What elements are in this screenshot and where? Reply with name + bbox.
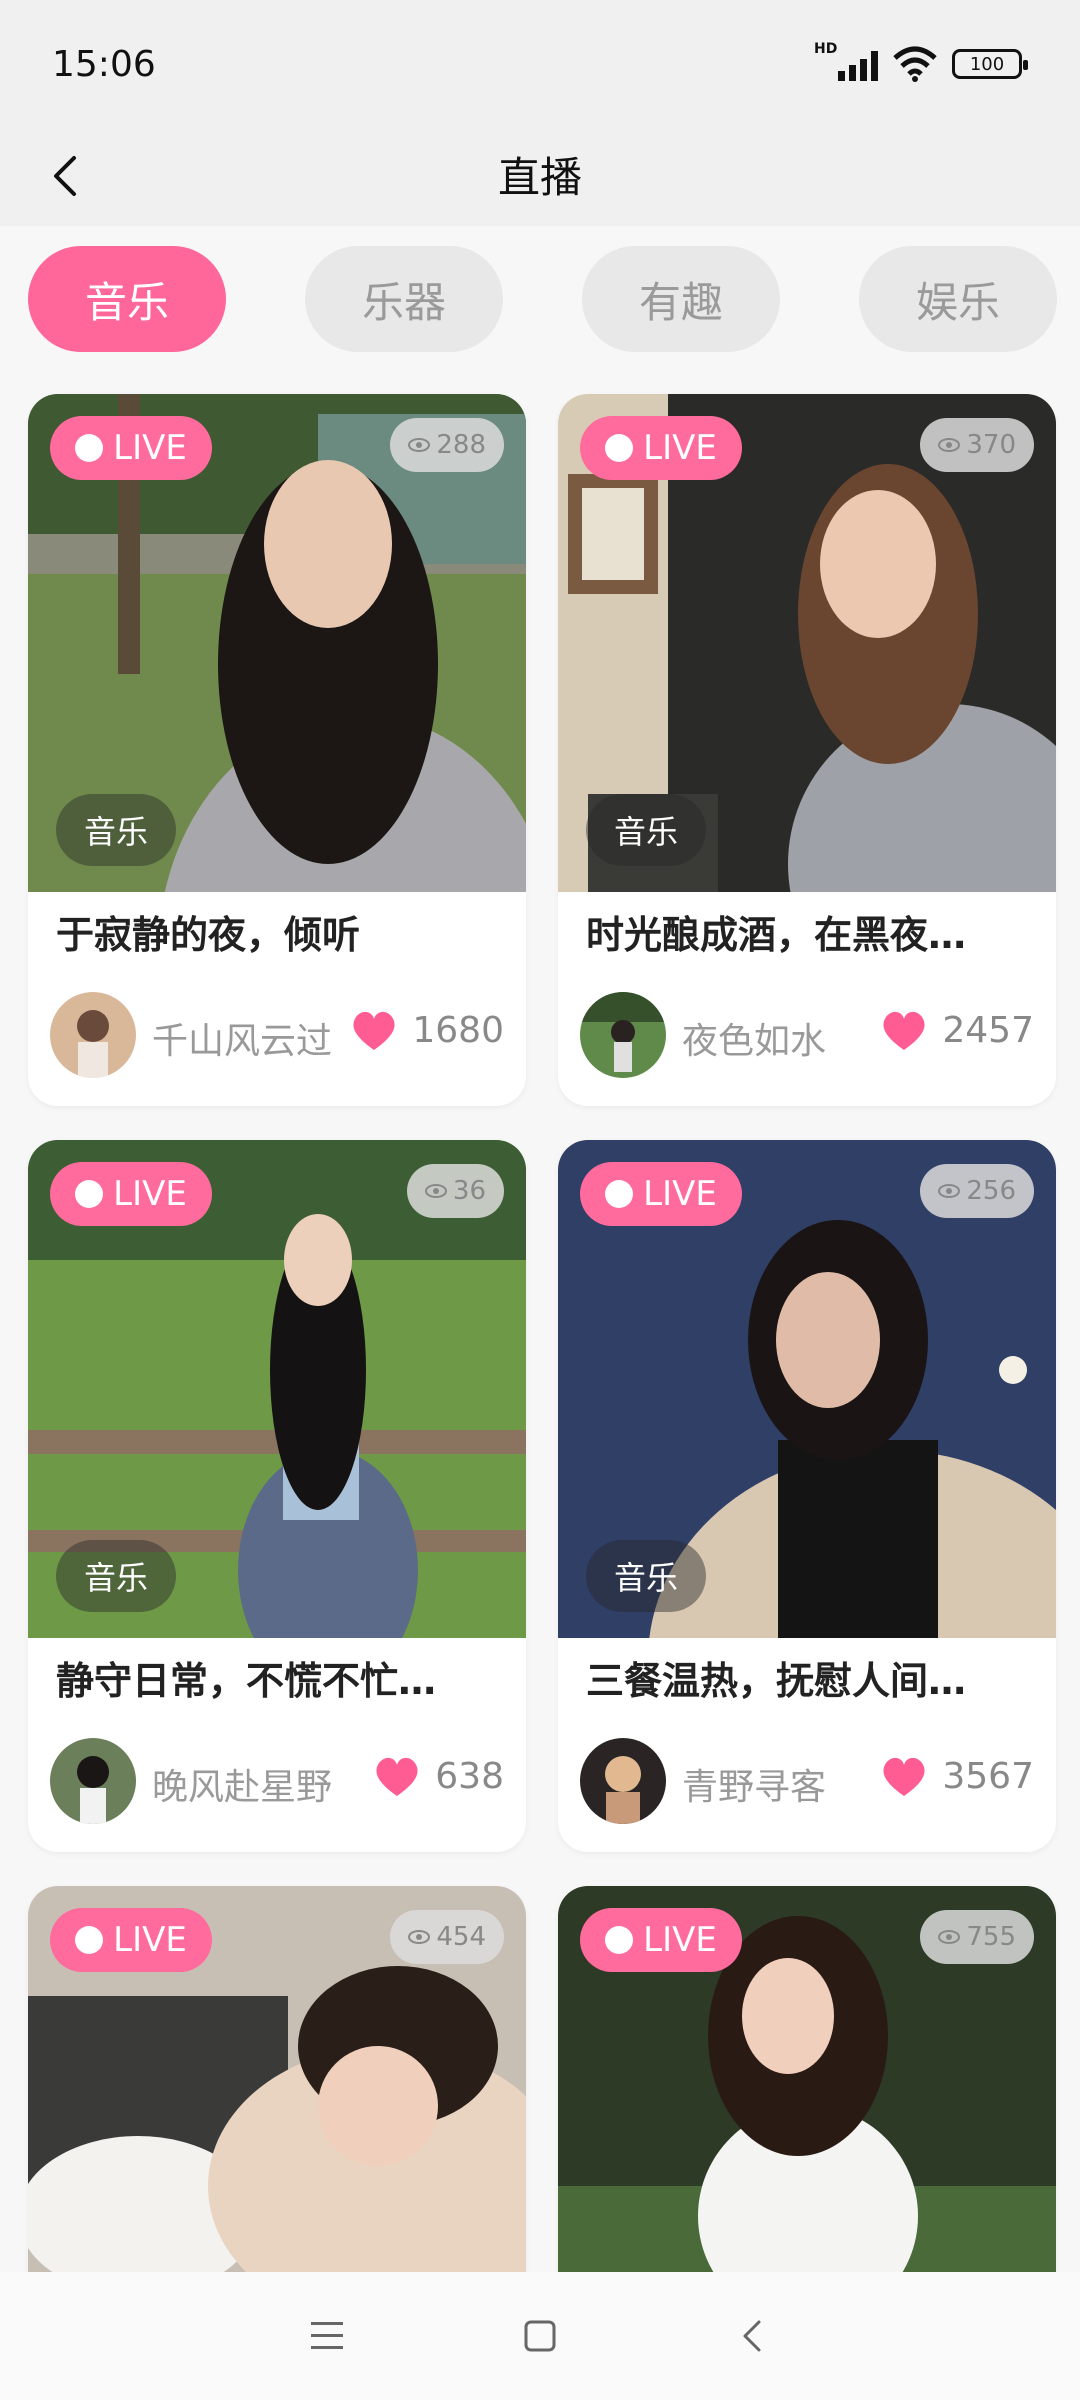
like-count[interactable]: 638 xyxy=(373,1754,504,1798)
viewer-count: 370 xyxy=(920,418,1034,472)
viewer-count-value: 256 xyxy=(966,1176,1016,1206)
eye-icon xyxy=(938,438,961,452)
category-tag: 音乐 xyxy=(586,1540,707,1612)
category-tag: 音乐 xyxy=(586,794,707,866)
avatar[interactable] xyxy=(50,992,136,1078)
live-dot xyxy=(605,1926,634,1954)
title-bar: 直播 xyxy=(0,130,1080,226)
author-name: 千山风云过 xyxy=(152,1021,333,1062)
viewer-count: 454 xyxy=(390,1910,504,1964)
signal-label: HD xyxy=(814,41,838,57)
viewer-count-value: 288 xyxy=(436,430,486,460)
live-label: LIVE xyxy=(643,1174,717,1214)
viewer-count-value: 755 xyxy=(966,1922,1016,1952)
live-card[interactable]: LIVE 755 xyxy=(558,1886,1056,2272)
tab-instruments[interactable]: 乐器 xyxy=(305,246,503,352)
like-count-value: 3567 xyxy=(942,1755,1034,1797)
card-title: 于寂静的夜，倾听 xyxy=(56,913,361,957)
heart-icon xyxy=(376,1757,418,1796)
live-card[interactable]: LIVE 454 xyxy=(28,1886,526,2272)
avatar[interactable] xyxy=(580,1738,666,1824)
live-card[interactable]: LIVE 36 音乐 静守日常，不慌不忙… 晚风赴星野 638 xyxy=(28,1140,526,1852)
category-tag: 音乐 xyxy=(56,794,177,866)
viewer-count-value: 36 xyxy=(452,1176,486,1206)
author-name: 夜色如水 xyxy=(682,1021,827,1062)
live-label: LIVE xyxy=(113,1174,187,1214)
live-label: LIVE xyxy=(643,1920,717,1960)
battery-icon: 100 xyxy=(952,49,1028,79)
viewer-count-value: 370 xyxy=(966,430,1016,460)
live-card[interactable]: LIVE 256 音乐 三餐温热，抚慰人间… 青野寻客 3567 xyxy=(558,1140,1056,1852)
avatar[interactable] xyxy=(50,1738,136,1824)
card-title: 静守日常，不慌不忙… xyxy=(56,1659,437,1703)
card-title: 三餐温热，抚慰人间… xyxy=(586,1659,967,1703)
status-bar: 15:06 HD 100 xyxy=(0,0,1080,130)
live-label: LIVE xyxy=(643,428,717,468)
status-icons: HD 100 xyxy=(814,41,1028,84)
category-tag: 音乐 xyxy=(56,1540,177,1612)
live-dot xyxy=(605,434,634,462)
like-count[interactable]: 1680 xyxy=(350,1008,504,1052)
tab-entertainment[interactable]: 娱乐 xyxy=(859,246,1057,352)
live-badge: LIVE xyxy=(580,416,742,480)
eye-icon xyxy=(424,1184,447,1198)
menu-icon[interactable] xyxy=(297,2306,357,2366)
author-name: 青野寻客 xyxy=(682,1767,827,1808)
category-tabs: 音乐 乐器 有趣 娱乐 xyxy=(28,246,1080,352)
like-count[interactable]: 3567 xyxy=(880,1754,1034,1798)
live-badge: LIVE xyxy=(50,416,212,480)
nav-back-icon[interactable] xyxy=(723,2306,783,2366)
live-label: LIVE xyxy=(113,428,187,468)
heart-icon xyxy=(883,1011,925,1050)
live-dot xyxy=(75,1926,104,1954)
tab-music[interactable]: 音乐 xyxy=(28,246,226,352)
eye-icon xyxy=(938,1930,961,1944)
heart-icon xyxy=(353,1011,395,1050)
status-time: 15:06 xyxy=(52,44,156,85)
live-badge: LIVE xyxy=(50,1162,212,1226)
like-count-value: 638 xyxy=(435,1755,504,1797)
wifi-icon xyxy=(893,46,937,82)
viewer-count: 36 xyxy=(406,1164,504,1218)
eye-icon xyxy=(408,438,431,452)
heart-icon xyxy=(883,1757,925,1796)
system-nav-bar xyxy=(0,2272,1080,2400)
viewer-count-value: 454 xyxy=(436,1922,486,1952)
page-title: 直播 xyxy=(497,153,582,202)
tab-fun[interactable]: 有趣 xyxy=(582,246,780,352)
live-badge: LIVE xyxy=(580,1908,742,1972)
like-count-value: 1680 xyxy=(412,1009,504,1051)
live-label: LIVE xyxy=(113,1920,187,1960)
home-icon[interactable] xyxy=(510,2306,570,2366)
viewer-count: 256 xyxy=(920,1164,1034,1218)
eye-icon xyxy=(408,1930,431,1944)
live-dot xyxy=(75,1180,104,1208)
live-card[interactable]: LIVE 370 音乐 时光酿成酒，在黑夜… 夜色如水 2457 xyxy=(558,394,1056,1106)
live-badge: LIVE xyxy=(580,1162,742,1226)
avatar[interactable] xyxy=(580,992,666,1078)
like-count-value: 2457 xyxy=(942,1009,1034,1051)
live-dot xyxy=(75,434,104,462)
like-count[interactable]: 2457 xyxy=(880,1008,1034,1052)
live-card[interactable]: LIVE 288 音乐 于寂静的夜，倾听 千山风云过 1680 xyxy=(28,394,526,1106)
signal-icon: HD xyxy=(814,41,878,81)
viewer-count: 755 xyxy=(920,1910,1034,1964)
live-badge: LIVE xyxy=(50,1908,212,1972)
eye-icon xyxy=(938,1184,961,1198)
author-name: 晚风赴星野 xyxy=(152,1767,333,1808)
card-title: 时光酿成酒，在黑夜… xyxy=(586,913,967,957)
viewer-count: 288 xyxy=(390,418,504,472)
live-dot xyxy=(605,1180,634,1208)
